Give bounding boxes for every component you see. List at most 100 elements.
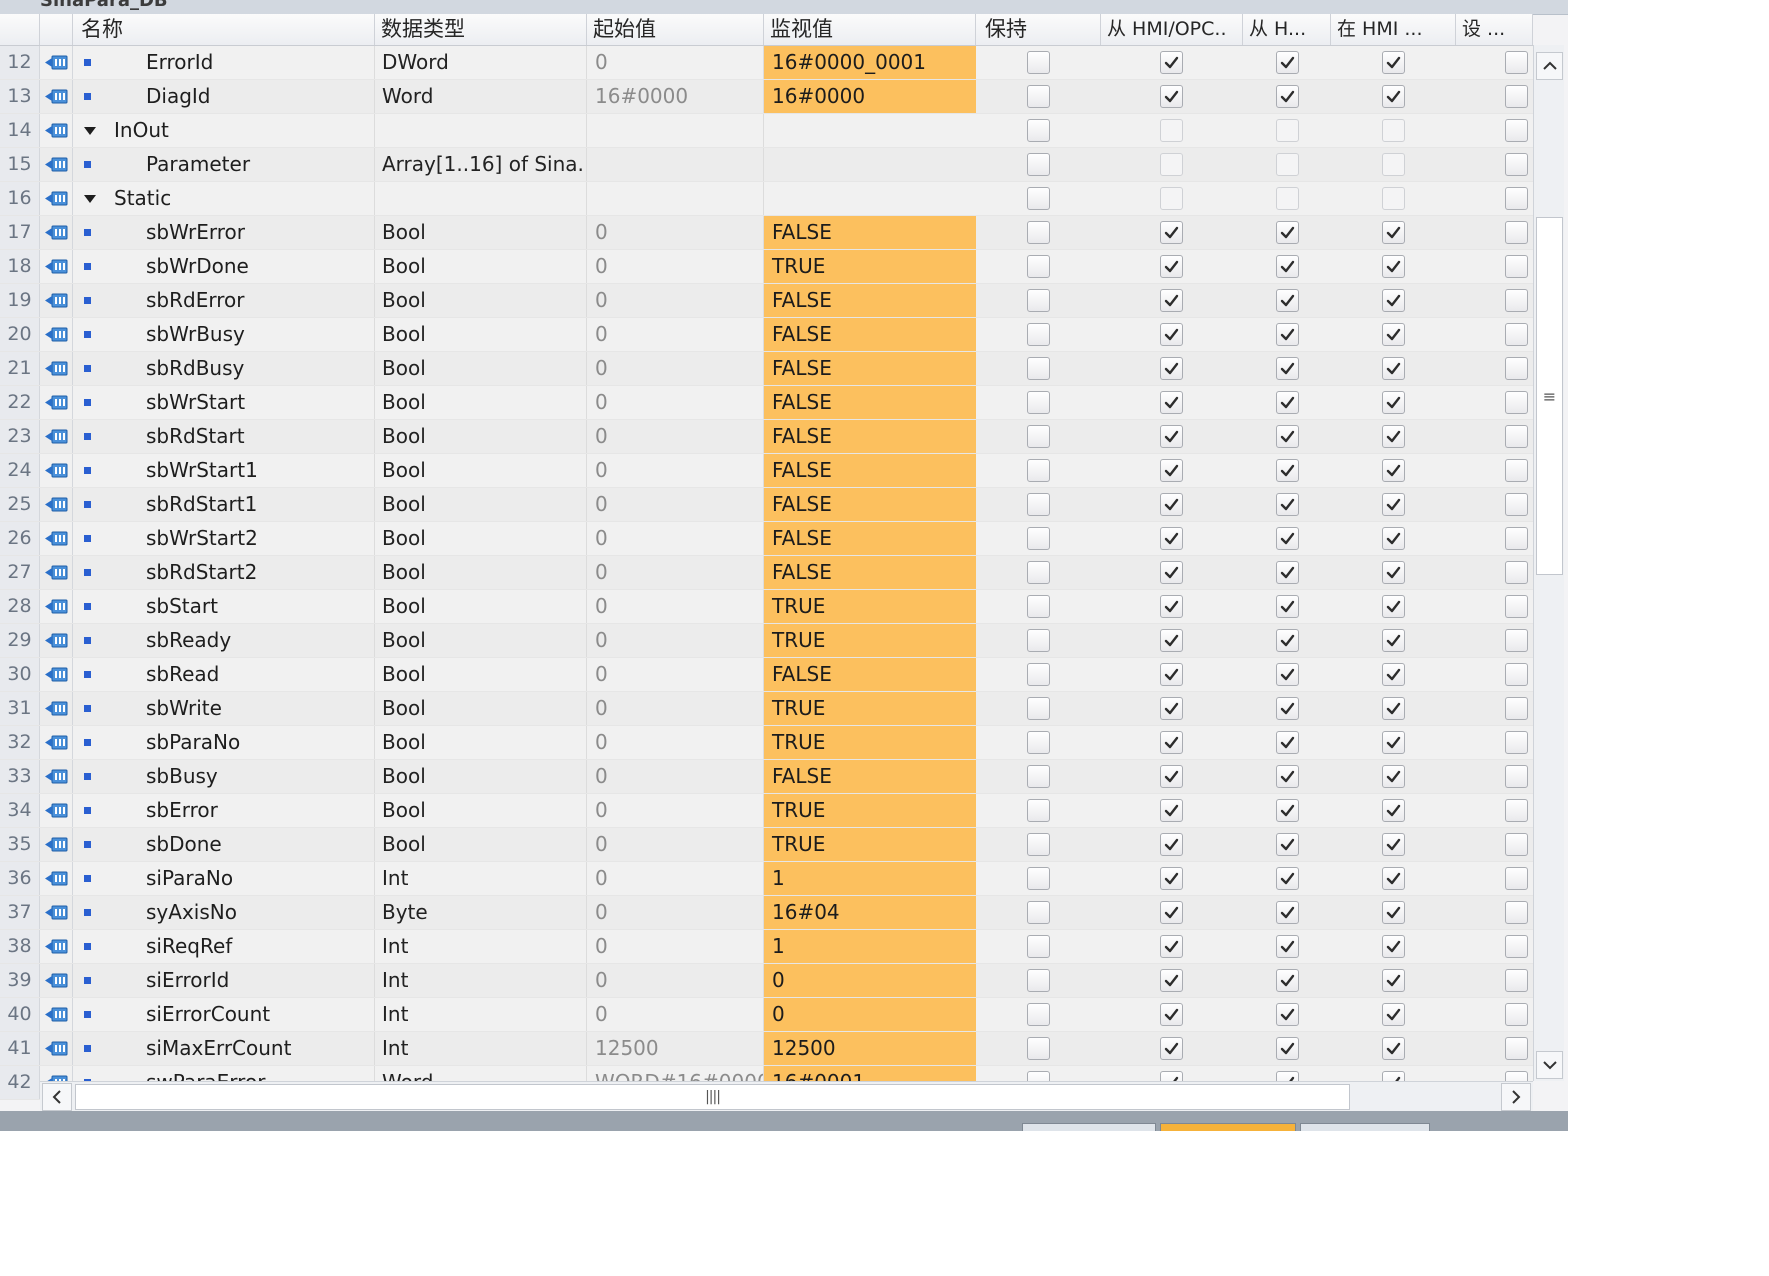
type-cell[interactable]: Bool — [375, 624, 587, 657]
in-hmi-checkbox[interactable] — [1382, 459, 1405, 482]
hmi-opc-checkbox[interactable] — [1160, 561, 1183, 584]
start-value-cell[interactable]: 0 — [587, 352, 764, 385]
type-cell[interactable]: Bool — [375, 352, 587, 385]
hmi-opc-checkbox[interactable] — [1160, 867, 1183, 890]
type-cell[interactable]: Bool — [375, 828, 587, 861]
hmi-opc-checkbox[interactable] — [1160, 221, 1183, 244]
retain-checkbox[interactable] — [1027, 731, 1050, 754]
hmi-h-checkbox[interactable] — [1276, 629, 1299, 652]
start-value-cell[interactable]: 0 — [587, 726, 764, 759]
in-hmi-checkbox[interactable] — [1382, 629, 1405, 652]
start-value-cell[interactable] — [587, 182, 764, 215]
hmi-h-checkbox[interactable] — [1276, 901, 1299, 924]
hmi-opc-checkbox[interactable] — [1160, 663, 1183, 686]
in-hmi-checkbox[interactable] — [1382, 561, 1405, 584]
table-row[interactable]: 37 syAxisNo Byte 0 16#04 — [0, 896, 1533, 930]
start-value-cell[interactable]: 0 — [587, 760, 764, 793]
header-hmi-opc[interactable]: 从 HMI/OPC.. — [1101, 14, 1243, 45]
start-value-cell[interactable]: 0 — [587, 46, 764, 79]
scroll-left-button[interactable] — [42, 1083, 72, 1111]
name-cell[interactable]: sbWrite — [73, 692, 375, 725]
hmi-opc-checkbox[interactable] — [1160, 527, 1183, 550]
header-hmi-h[interactable]: 从 H... — [1243, 14, 1331, 45]
retain-checkbox[interactable] — [1027, 391, 1050, 414]
type-cell[interactable]: DWord — [375, 46, 587, 79]
setpoint-checkbox[interactable] — [1505, 1003, 1528, 1026]
setpoint-checkbox[interactable] — [1505, 765, 1528, 788]
start-value-cell[interactable]: 0 — [587, 216, 764, 249]
start-value-cell[interactable]: 0 — [587, 930, 764, 963]
hmi-h-checkbox[interactable] — [1276, 493, 1299, 516]
setpoint-checkbox[interactable] — [1505, 561, 1528, 584]
start-value-cell[interactable]: 0 — [587, 964, 764, 997]
in-hmi-checkbox[interactable] — [1382, 527, 1405, 550]
retain-checkbox[interactable] — [1027, 595, 1050, 618]
retain-checkbox[interactable] — [1027, 1037, 1050, 1060]
hmi-h-checkbox[interactable] — [1276, 697, 1299, 720]
name-cell[interactable]: sbRdError — [73, 284, 375, 317]
hmi-h-checkbox[interactable] — [1276, 867, 1299, 890]
start-value-cell[interactable]: 0 — [587, 522, 764, 555]
name-cell[interactable]: siMaxErrCount — [73, 1032, 375, 1065]
name-cell[interactable]: sbWrStart — [73, 386, 375, 419]
hmi-opc-checkbox[interactable] — [1160, 731, 1183, 754]
setpoint-checkbox[interactable] — [1505, 527, 1528, 550]
start-value-cell[interactable]: 0 — [587, 624, 764, 657]
hmi-opc-checkbox[interactable] — [1160, 323, 1183, 346]
status-tab-2[interactable] — [1160, 1123, 1296, 1131]
table-row[interactable]: 18 sbWrDone Bool 0 TRUE — [0, 250, 1533, 284]
in-hmi-checkbox[interactable] — [1382, 187, 1405, 210]
scroll-down-button[interactable] — [1536, 1051, 1563, 1079]
start-value-cell[interactable]: 0 — [587, 692, 764, 725]
type-cell[interactable]: Bool — [375, 216, 587, 249]
table-row[interactable]: 29 sbReady Bool 0 TRUE — [0, 624, 1533, 658]
setpoint-checkbox[interactable] — [1505, 799, 1528, 822]
table-row[interactable]: 33 sbBusy Bool 0 FALSE — [0, 760, 1533, 794]
table-row[interactable]: 32 sbParaNo Bool 0 TRUE — [0, 726, 1533, 760]
retain-checkbox[interactable] — [1027, 323, 1050, 346]
hmi-opc-checkbox[interactable] — [1160, 935, 1183, 958]
table-row[interactable]: 21 sbRdBusy Bool 0 FALSE — [0, 352, 1533, 386]
retain-checkbox[interactable] — [1027, 221, 1050, 244]
retain-checkbox[interactable] — [1027, 969, 1050, 992]
type-cell[interactable]: Bool — [375, 726, 587, 759]
hmi-opc-checkbox[interactable] — [1160, 51, 1183, 74]
name-cell[interactable]: sbRdStart — [73, 420, 375, 453]
table-row[interactable]: 20 sbWrBusy Bool 0 FALSE — [0, 318, 1533, 352]
retain-checkbox[interactable] — [1027, 561, 1050, 584]
type-cell[interactable]: Bool — [375, 556, 587, 589]
in-hmi-checkbox[interactable] — [1382, 493, 1405, 516]
in-hmi-checkbox[interactable] — [1382, 935, 1405, 958]
name-cell[interactable]: InOut — [73, 114, 375, 147]
in-hmi-checkbox[interactable] — [1382, 867, 1405, 890]
table-row[interactable]: 31 sbWrite Bool 0 TRUE — [0, 692, 1533, 726]
table-row[interactable]: 23 sbRdStart Bool 0 FALSE — [0, 420, 1533, 454]
hmi-h-checkbox[interactable] — [1276, 969, 1299, 992]
table-row[interactable]: 22 sbWrStart Bool 0 FALSE — [0, 386, 1533, 420]
start-value-cell[interactable] — [587, 148, 764, 181]
in-hmi-checkbox[interactable] — [1382, 391, 1405, 414]
name-cell[interactable]: siErrorCount — [73, 998, 375, 1031]
setpoint-checkbox[interactable] — [1505, 697, 1528, 720]
setpoint-checkbox[interactable] — [1505, 731, 1528, 754]
hmi-opc-checkbox[interactable] — [1160, 119, 1183, 142]
in-hmi-checkbox[interactable] — [1382, 425, 1405, 448]
setpoint-checkbox[interactable] — [1505, 901, 1528, 924]
name-cell[interactable]: siParaNo — [73, 862, 375, 895]
type-cell[interactable]: Bool — [375, 692, 587, 725]
retain-checkbox[interactable] — [1027, 425, 1050, 448]
hmi-h-checkbox[interactable] — [1276, 663, 1299, 686]
setpoint-checkbox[interactable] — [1505, 323, 1528, 346]
in-hmi-checkbox[interactable] — [1382, 697, 1405, 720]
setpoint-checkbox[interactable] — [1505, 833, 1528, 856]
start-value-cell[interactable]: 0 — [587, 828, 764, 861]
retain-checkbox[interactable] — [1027, 357, 1050, 380]
in-hmi-checkbox[interactable] — [1382, 221, 1405, 244]
header-setpoint[interactable]: 设 ... — [1456, 14, 1533, 45]
expand-triangle-icon[interactable] — [84, 127, 96, 135]
in-hmi-checkbox[interactable] — [1382, 289, 1405, 312]
hmi-opc-checkbox[interactable] — [1160, 493, 1183, 516]
hmi-opc-checkbox[interactable] — [1160, 459, 1183, 482]
expand-triangle-icon[interactable] — [84, 195, 96, 203]
start-value-cell[interactable]: 0 — [587, 896, 764, 929]
